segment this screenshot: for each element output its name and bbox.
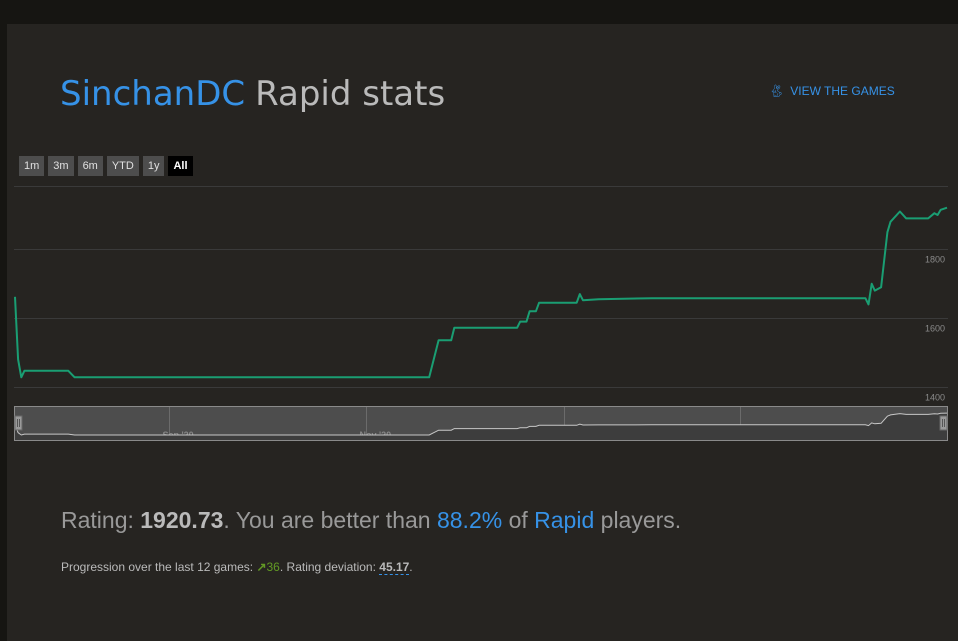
range-button-all[interactable]: All bbox=[168, 156, 193, 176]
page-title: SinchanDC Rapid stats bbox=[60, 74, 445, 114]
y-tick-label: 1400 bbox=[925, 393, 945, 403]
view-games-link[interactable]: 🐇︎ VIEW THE GAMES bbox=[769, 84, 895, 98]
rating-series-line bbox=[14, 206, 948, 379]
rating-mid-text: . You are better than bbox=[223, 507, 437, 533]
rating-label: Rating: bbox=[61, 507, 141, 533]
y-tick-label: 1800 bbox=[925, 255, 945, 265]
range-button-1m[interactable]: 1m bbox=[19, 156, 45, 176]
progression-label: Progression over the last 12 games: bbox=[61, 560, 257, 574]
y-tick-label: 1600 bbox=[925, 324, 945, 334]
stats-panel: SinchanDC Rapid stats 🐇︎ VIEW THE GAMES 1m… bbox=[7, 24, 958, 641]
top-nav-strip bbox=[0, 0, 958, 22]
rating-deviation-value[interactable]: 45.17 bbox=[379, 560, 410, 575]
title-text: Rapid stats bbox=[255, 74, 446, 114]
rating-value: 1920.73 bbox=[140, 507, 224, 533]
rabbit-icon: 🐇︎ bbox=[769, 84, 785, 98]
navigator-left-handle[interactable] bbox=[14, 415, 23, 431]
range-button-ytd[interactable]: YTD bbox=[106, 156, 139, 176]
deviation-label: . Rating deviation: bbox=[279, 560, 380, 574]
username-link[interactable]: SinchanDC bbox=[60, 74, 245, 114]
rating-history-chart: 140016001800Sep '20Nov '20Jan '21Mar '21 bbox=[14, 186, 948, 441]
range-button-1y[interactable]: 1y bbox=[142, 156, 165, 176]
variant-link[interactable]: Rapid bbox=[534, 507, 594, 533]
progression-summary: Progression over the last 12 games: ↗36.… bbox=[61, 560, 413, 575]
range-button-3m[interactable]: 3m bbox=[48, 156, 74, 176]
progression-value: 36 bbox=[266, 560, 280, 574]
rating-of-text: of bbox=[502, 507, 535, 533]
rating-summary: Rating: 1920.73. You are better than 88.… bbox=[61, 507, 681, 534]
rating-percentile: 88.2% bbox=[436, 507, 503, 533]
view-games-label: VIEW THE GAMES bbox=[790, 84, 895, 98]
navigator-right-handle[interactable] bbox=[939, 415, 948, 431]
arrow-up-right-icon: ↗ bbox=[256, 560, 267, 574]
range-selector: 1m 3m 6m YTD 1y All bbox=[19, 156, 193, 176]
rating-suffix: players. bbox=[594, 507, 682, 533]
range-button-6m[interactable]: 6m bbox=[77, 156, 103, 176]
progression-suffix: . bbox=[409, 560, 413, 574]
